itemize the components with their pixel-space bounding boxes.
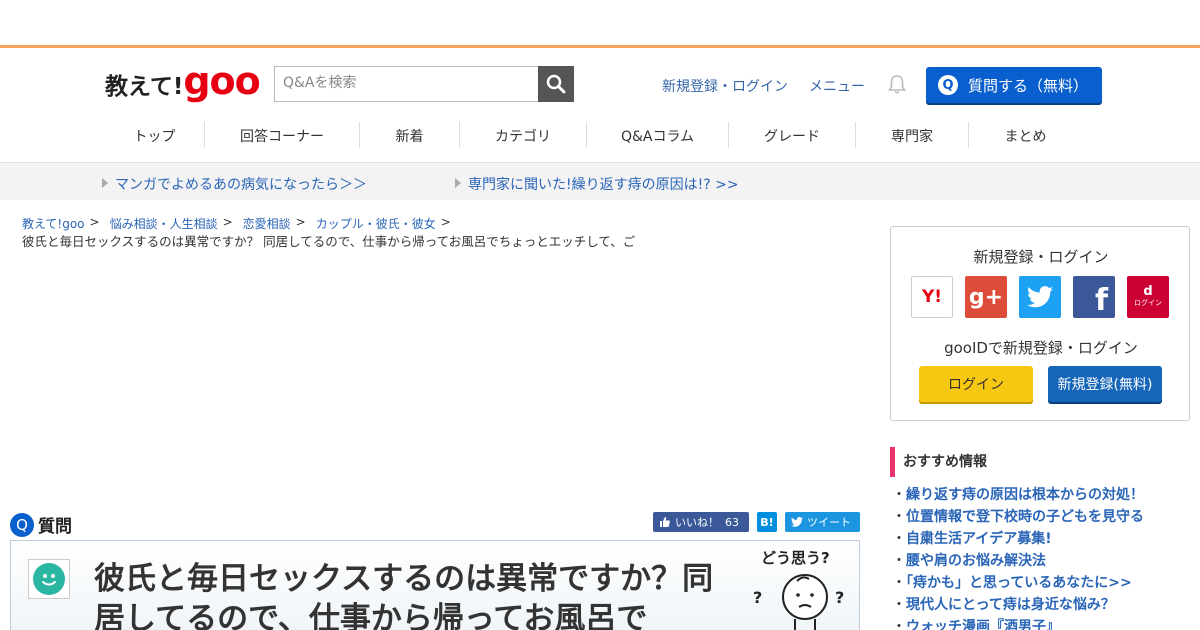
question-icon: Q bbox=[938, 75, 958, 95]
twitter-bird-icon bbox=[791, 517, 803, 527]
smiley-icon bbox=[33, 563, 65, 595]
google-plus-login-button[interactable]: g+ bbox=[965, 276, 1007, 318]
bell-icon[interactable] bbox=[886, 73, 908, 95]
ask-question-button[interactable]: Q 質問する（無料） bbox=[926, 67, 1102, 103]
recommend-item[interactable]: 繰り返す痔の原因は根本からの対処！ bbox=[892, 486, 1192, 508]
breadcrumb-separator: > bbox=[222, 215, 233, 229]
site-logo[interactable]: 教えて! goo bbox=[105, 59, 261, 103]
login-link[interactable]: 新規登録・ログイン bbox=[662, 76, 788, 96]
question-card: 彼氏と毎日セックスするのは異常ですか？同居してるので、仕事から帰ってお風呂で ど… bbox=[10, 540, 860, 630]
nav-new[interactable]: 新着 bbox=[360, 122, 460, 148]
header: 教えて! goo Q&Aを検索 新規登録・ログイン メニュー Q 質問する（無料… bbox=[0, 51, 1200, 117]
docomo-login-button[interactable]: d ログイン bbox=[1127, 276, 1169, 318]
search-icon bbox=[546, 74, 566, 94]
nav-top[interactable]: トップ bbox=[105, 122, 205, 148]
question-summary: 彼氏と毎日セックスするのは異常ですか？ 同居してるので、仕事から帰ってお風呂でち… bbox=[22, 234, 636, 249]
docomo-icon: d bbox=[1143, 284, 1153, 299]
nav-grade[interactable]: グレード bbox=[729, 122, 856, 148]
recommend-item[interactable]: 位置情報で登下校時の子どもを見守る bbox=[892, 508, 1192, 530]
avatar[interactable] bbox=[28, 559, 70, 599]
login-button[interactable]: ログイン bbox=[919, 366, 1033, 402]
recommend-title: おすすめ情報 bbox=[890, 447, 1190, 477]
recommend-item[interactable]: ウォッチ漫画『酒男子』 bbox=[892, 618, 1192, 630]
search-button[interactable] bbox=[538, 66, 574, 102]
tweet-button[interactable]: ツイート bbox=[785, 512, 860, 532]
breadcrumb: 教えて!goo > 悩み相談・人生相談 > 恋愛相談 > カップル・彼氏・彼女 > bbox=[22, 215, 461, 232]
thinking-text: どう思う? bbox=[761, 549, 830, 567]
recommend-item[interactable]: 自粛生活アイデア募集! bbox=[892, 530, 1192, 552]
recommend-item[interactable]: 「痔かも」と思っているあなたに>> bbox=[892, 574, 1192, 596]
global-nav: トップ 回答コーナー 新着 カテゴリ Q&Aコラム グレード 専門家 まとめ bbox=[105, 122, 1095, 152]
facebook-login-button[interactable]: f bbox=[1073, 276, 1115, 318]
register-button[interactable]: 新規登録(無料) bbox=[1048, 366, 1162, 402]
breadcrumb-separator: > bbox=[295, 215, 306, 229]
recommend-item[interactable]: 現代人にとって痔は身近な悩み？ bbox=[892, 596, 1192, 618]
svg-text:?: ? bbox=[753, 588, 762, 607]
facebook-icon: f bbox=[1094, 283, 1108, 318]
thinking-person-icon: ? ? bbox=[753, 574, 844, 630]
hatena-bookmark-button[interactable]: B! bbox=[757, 512, 777, 532]
question-title: 彼氏と毎日セックスするのは異常ですか？同居してるので、仕事から帰ってお風呂で bbox=[94, 561, 714, 630]
menu-link[interactable]: メニュー bbox=[809, 76, 865, 96]
breadcrumb-item[interactable]: 悩み相談・人生相談 bbox=[110, 215, 218, 232]
svg-text:?: ? bbox=[835, 588, 844, 607]
promo-link-manga[interactable]: マンガでよめるあの病気になったら＞＞ bbox=[102, 174, 367, 194]
login-box-title: 新規登録・ログイン bbox=[973, 248, 1109, 266]
promo-link-expert[interactable]: 専門家に聞いた!繰り返す痔の原因は!? >> bbox=[455, 174, 739, 194]
login-box: 新規登録・ログイン Y! g+ f d ログイン gooIDで新規登録・ログイン… bbox=[890, 226, 1190, 421]
breadcrumb-item[interactable]: 恋愛相談 bbox=[243, 215, 291, 232]
gooid-text: gooIDで新規登録・ログイン bbox=[944, 339, 1138, 357]
recommend-item[interactable]: 腰や肩のお悩み解決法 bbox=[892, 552, 1192, 574]
breadcrumb-separator: > bbox=[89, 215, 100, 229]
search-input[interactable]: Q&Aを検索 bbox=[274, 66, 538, 102]
breadcrumb-item[interactable]: 教えて!goo bbox=[22, 215, 85, 232]
nav-matome[interactable]: まとめ bbox=[969, 122, 1082, 148]
top-bar bbox=[0, 0, 1200, 48]
promo-bar: マンガでよめるあの病気になったら＞＞ 専門家に聞いた!繰り返す痔の原因は!? >… bbox=[0, 162, 1200, 200]
nav-category[interactable]: カテゴリ bbox=[460, 122, 587, 148]
yahoo-icon: Y! bbox=[921, 287, 943, 307]
nav-answer-corner[interactable]: 回答コーナー bbox=[205, 122, 360, 148]
breadcrumb-item[interactable]: カップル・彼氏・彼女 bbox=[316, 215, 436, 232]
logo-goo: goo bbox=[183, 59, 260, 103]
yahoo-login-button[interactable]: Y! bbox=[911, 276, 953, 318]
logo-text: 教えて! bbox=[105, 74, 184, 100]
like-label: いいね！ bbox=[675, 516, 719, 529]
docomo-login-label: ログイン bbox=[1134, 299, 1162, 307]
ask-question-label: 質問する（無料） bbox=[968, 76, 1089, 95]
thumbs-up-icon bbox=[660, 517, 670, 527]
question-badge-icon: Q bbox=[10, 512, 34, 537]
google-plus-icon: g+ bbox=[968, 284, 1004, 310]
breadcrumb-separator: > bbox=[440, 215, 451, 229]
question-label: 質問 bbox=[38, 517, 72, 537]
like-count: 63 bbox=[725, 515, 739, 529]
facebook-like-button[interactable]: いいね！ 63 bbox=[653, 512, 749, 532]
twitter-login-button[interactable] bbox=[1019, 276, 1061, 318]
nav-qa-column[interactable]: Q&Aコラム bbox=[587, 122, 729, 148]
twitter-icon bbox=[1027, 286, 1053, 308]
recommend-list: 繰り返す痔の原因は根本からの対処！ 位置情報で登下校時の子どもを見守る 自粛生活… bbox=[892, 486, 1192, 630]
tweet-label: ツイート bbox=[807, 516, 851, 529]
question-header: Q 質問 bbox=[10, 512, 72, 537]
nav-expert[interactable]: 専門家 bbox=[856, 122, 969, 148]
